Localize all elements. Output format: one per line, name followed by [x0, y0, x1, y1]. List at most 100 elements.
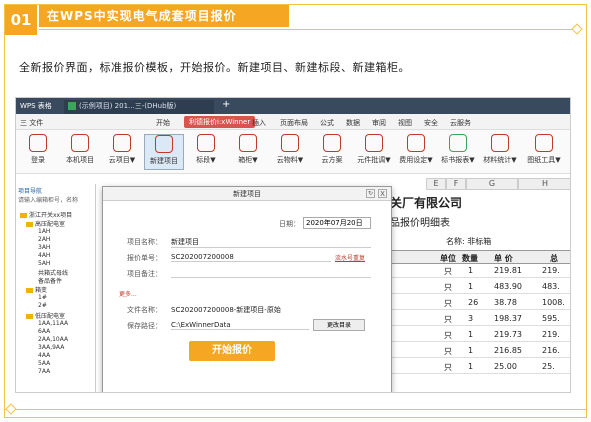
project-note-field[interactable] [171, 269, 371, 278]
tree-item[interactable]: 4AA [38, 352, 50, 359]
tree-item[interactable]: 1AA,11AA [38, 320, 68, 327]
menu-file[interactable]: 三 文件 [20, 118, 43, 128]
table-cell-qty: 3 [468, 314, 474, 323]
column-header[interactable]: E [426, 178, 446, 190]
table-cell-qty: 1 [468, 282, 474, 291]
document-tab[interactable]: (示例项目) 201...三-(DHub版) [64, 100, 214, 114]
tree-item[interactable]: 6AA [38, 328, 50, 335]
column-header[interactable]: G [466, 178, 518, 190]
tree-item[interactable]: 7AA [38, 368, 50, 375]
tree-item[interactable]: 5AH [38, 260, 50, 267]
tree-item[interactable]: 2AA,10AA [38, 336, 68, 343]
menu-page-layout[interactable]: 页面布局 [280, 118, 308, 128]
date-label: 日期： [279, 220, 300, 228]
tree-item[interactable]: 2# [38, 302, 47, 309]
cabinet-icon [239, 134, 257, 152]
menu-lide-quote[interactable]: 利德报价i:xWinner [184, 116, 256, 128]
batch-adjust-label: 元件批调▼ [357, 156, 391, 164]
menu-cloud[interactable]: 云服务 [450, 118, 471, 128]
table-row[interactable]: 只 1 25.00 25. [366, 360, 570, 374]
bottom-divider [5, 409, 586, 410]
header-cell: 单位 [440, 254, 456, 263]
navigator-search[interactable]: 请输入编箱柜号，名称 [18, 195, 78, 204]
quote-number-label: 报价单号： [127, 254, 162, 262]
section-label: 标段▼ [196, 156, 216, 164]
project-note-label: 项目备注： [127, 270, 162, 278]
material-stats-button[interactable]: 材料统计▼ [480, 134, 520, 165]
table-row[interactable]: 只 1 216.85 216. [366, 344, 570, 358]
change-directory-button[interactable]: 更改目录 [313, 319, 365, 331]
table-row[interactable]: 只 3 198.37 595. [366, 312, 570, 326]
cloud-material-button[interactable]: 云物料▼ [270, 134, 310, 165]
tree-item[interactable]: 高压配电室 [26, 219, 65, 228]
quote-number-field[interactable]: SC202007200008 [171, 253, 331, 262]
cost-setting-button[interactable]: 费用设定▼ [396, 134, 436, 165]
table-cell-qty: 26 [468, 298, 479, 307]
tree-item[interactable]: 3AA,9AA [38, 344, 64, 351]
cloud-scheme-button[interactable]: 云方案 [312, 134, 352, 165]
table-cell-total: 25. [542, 362, 555, 371]
batch-adjust-icon [365, 134, 383, 152]
cloud-material-label: 云物料▼ [276, 156, 304, 164]
tree-item[interactable]: 备品备件 [38, 276, 62, 285]
table-row[interactable]: 只 1 219.81 219. [366, 264, 570, 278]
more-link[interactable]: 更多... [119, 289, 137, 298]
tree-item[interactable]: 箱变 [26, 285, 47, 294]
bid-report-button[interactable]: 标书报表▼ [438, 134, 478, 165]
folder-icon [26, 288, 33, 293]
table-cell-price: 219.73 [494, 330, 522, 339]
tree-item[interactable]: 4AH [38, 252, 50, 259]
menu-view[interactable]: 视图 [398, 118, 412, 128]
login-label: 登录 [31, 156, 45, 164]
cabinet-button[interactable]: 箱柜▼ [228, 134, 268, 165]
login-icon [29, 134, 47, 152]
tree-item[interactable]: 1AH [38, 228, 50, 235]
tree-item[interactable]: 浙江开关xx项目 [20, 210, 72, 219]
tree-item[interactable]: 低压配电室 [26, 311, 65, 320]
serial-duplicate-link[interactable]: 流水号重复 [335, 253, 365, 262]
settings-icon[interactable]: ↻ [366, 189, 375, 198]
section-title: 在WPS中实现电气成套项目报价 [39, 5, 289, 27]
table-row[interactable]: 只 1 483.90 483. [366, 280, 570, 294]
section-button[interactable]: 标段▼ [186, 134, 226, 165]
menu-security[interactable]: 安全 [424, 118, 438, 128]
bid-report-label: 标书报表▼ [441, 156, 475, 164]
project-navigator: 项目导航 请输入编箱柜号，名称 浙江开关xx项目 高压配电室 1AH 2AH 3… [16, 184, 96, 392]
drawing-tools-button[interactable]: 图纸工具▼ [524, 134, 564, 165]
close-button[interactable]: X [378, 189, 387, 198]
tree-item-label: 浙江开关xx项目 [29, 212, 73, 219]
section-header: 01 在WPS中实现电气成套项目报价 [5, 5, 395, 35]
cloud-project-button[interactable]: 云项目▼ [102, 134, 142, 165]
menu-review[interactable]: 审阅 [372, 118, 386, 128]
save-path-field[interactable]: C:\ExWinnerData [171, 321, 309, 330]
divider [39, 29, 579, 30]
tree-item[interactable]: 1# [38, 294, 47, 301]
login-button[interactable]: 登录 [18, 134, 58, 165]
project-name-field[interactable]: 新建项目 [171, 237, 371, 248]
header-cell: 总 [550, 254, 558, 263]
tree-item[interactable]: 3AH [38, 244, 50, 251]
local-project-button[interactable]: 本机项目 [60, 134, 100, 165]
new-project-button[interactable]: 新建项目 [144, 134, 184, 170]
start-quote-button[interactable]: 开始报价 [189, 341, 275, 361]
drawing-tools-icon [535, 134, 553, 152]
column-header[interactable]: F [446, 178, 466, 190]
diamond-ornament-icon [5, 403, 17, 415]
table-cell-price: 38.78 [494, 298, 517, 307]
tree-item[interactable]: 5AA [38, 360, 50, 367]
batch-adjust-button[interactable]: 元件批调▼ [354, 134, 394, 165]
new-tab-button[interactable]: + [222, 99, 230, 110]
local-project-label: 本机项目 [66, 156, 94, 164]
column-header[interactable]: H [518, 178, 570, 190]
cloud-project-icon [113, 134, 131, 152]
menu-start[interactable]: 开始 [156, 118, 170, 128]
menu-data[interactable]: 数据 [346, 118, 360, 128]
folder-icon [20, 213, 27, 218]
menu-formula[interactable]: 公式 [320, 118, 334, 128]
menu-insert[interactable]: 插入 [252, 118, 266, 128]
table-row[interactable]: 只 26 38.78 1008. [366, 296, 570, 310]
table-cell-total: 216. [542, 346, 560, 355]
tree-item[interactable]: 2AH [38, 236, 50, 243]
table-row[interactable]: 只 1 219.73 219. [366, 328, 570, 342]
date-picker[interactable]: 2020年07月20日 [303, 217, 371, 229]
